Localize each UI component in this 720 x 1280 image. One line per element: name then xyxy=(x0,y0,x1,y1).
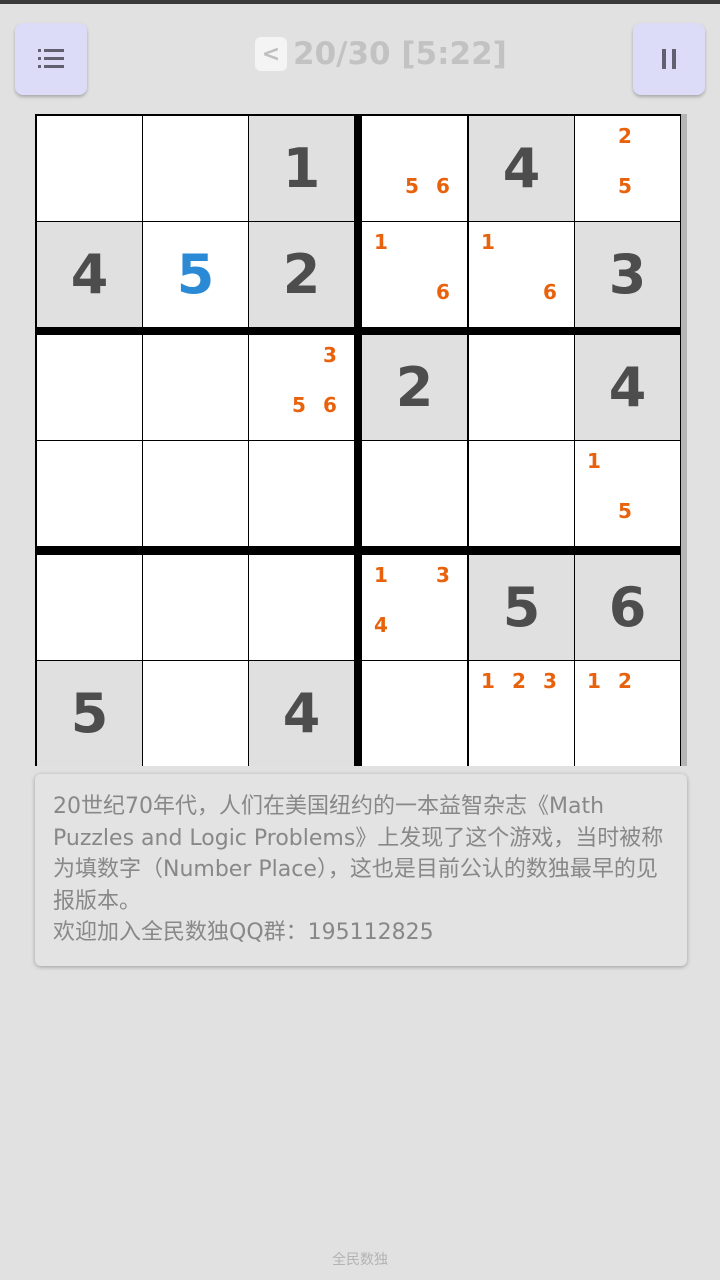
board-cell[interactable] xyxy=(249,555,354,660)
given-digit: 5 xyxy=(502,576,541,639)
pause-icon xyxy=(662,49,676,69)
board-cell[interactable]: 12 xyxy=(575,661,680,766)
pencil-note: 1 xyxy=(587,449,601,473)
board-cell[interactable]: 123 xyxy=(469,661,574,766)
pencil-note: 6 xyxy=(323,393,337,417)
board-cell[interactable]: 2 xyxy=(362,335,467,440)
board-cell[interactable]: 25 xyxy=(575,116,680,221)
entered-digit: 5 xyxy=(176,243,215,306)
board-cell[interactable]: 15 xyxy=(575,441,680,546)
board-cell[interactable] xyxy=(143,116,248,221)
board-cell[interactable]: 4 xyxy=(575,335,680,440)
board-cell[interactable]: 5 xyxy=(37,661,142,766)
pencil-note: 3 xyxy=(323,343,337,367)
board-cell[interactable] xyxy=(362,661,467,766)
pencil-note: 5 xyxy=(618,499,632,523)
board-edge xyxy=(681,114,687,766)
board-cell[interactable]: 1 xyxy=(249,116,354,221)
board-cell[interactable] xyxy=(37,555,142,660)
board-cell[interactable] xyxy=(362,441,467,546)
pause-button[interactable] xyxy=(633,23,705,95)
given-digit: 6 xyxy=(608,576,647,639)
board-cell[interactable] xyxy=(37,441,142,546)
previous-puzzle-button[interactable]: < xyxy=(255,37,287,71)
pencil-note: 1 xyxy=(481,669,495,693)
pencil-note: 5 xyxy=(618,174,632,198)
chevron-left-icon: < xyxy=(261,41,281,67)
board-cell[interactable]: 6 xyxy=(575,555,680,660)
board-cell[interactable]: 1 3 4 xyxy=(362,555,467,660)
pencil-note: 1 xyxy=(374,563,388,587)
board-cell[interactable]: 3 xyxy=(575,222,680,327)
board-cell[interactable]: 3 56 xyxy=(249,335,354,440)
pencil-note: 6 xyxy=(436,174,450,198)
progress-timer: 20/30 [5:22] xyxy=(293,36,507,72)
puzzle-header: < 20/30 [5:22] xyxy=(255,34,507,74)
board-cell[interactable] xyxy=(143,661,248,766)
board-cell[interactable] xyxy=(143,555,248,660)
given-digit: 2 xyxy=(282,243,321,306)
board-cell[interactable]: 16 xyxy=(362,222,467,327)
board-cell[interactable]: 16 xyxy=(469,222,574,327)
given-digit: 5 xyxy=(70,681,109,745)
board-cell[interactable] xyxy=(469,335,574,440)
board-cell[interactable] xyxy=(37,116,142,221)
board-cell[interactable]: 5 xyxy=(143,222,248,327)
menu-icon xyxy=(38,49,64,69)
board-cell[interactable]: 4 xyxy=(469,116,574,221)
footer-label: 全民数独 xyxy=(332,1252,388,1268)
pencil-note: 1 xyxy=(374,230,388,254)
board-cell[interactable] xyxy=(143,335,248,440)
board-cell[interactable]: 56 xyxy=(362,116,467,221)
pencil-note: 3 xyxy=(436,563,450,587)
pencil-note: 2 xyxy=(618,669,632,693)
pencil-note: 1 xyxy=(587,669,601,693)
board-cell[interactable] xyxy=(249,441,354,546)
given-digit: 1 xyxy=(282,137,321,200)
pencil-note: 2 xyxy=(512,669,526,693)
info-card: 20世纪70年代，人们在美国纽约的一本益智杂志《Math Puzzles and… xyxy=(35,774,687,966)
given-digit: 2 xyxy=(395,356,434,419)
pencil-note: 1 xyxy=(481,230,495,254)
status-bar xyxy=(0,0,720,4)
pencil-note: 3 xyxy=(543,669,557,693)
pencil-note: 5 xyxy=(292,393,306,417)
board-cell[interactable] xyxy=(143,441,248,546)
board-cell[interactable]: 5 xyxy=(469,555,574,660)
board-cell[interactable]: 2 xyxy=(249,222,354,327)
given-digit: 4 xyxy=(608,356,647,419)
pencil-note: 2 xyxy=(618,124,632,148)
pencil-note: 5 xyxy=(405,174,419,198)
pencil-note: 6 xyxy=(543,280,557,304)
pencil-note: 4 xyxy=(374,613,388,637)
given-digit: 4 xyxy=(282,681,321,745)
board-cell[interactable]: 4 xyxy=(37,222,142,327)
menu-button[interactable] xyxy=(15,23,87,95)
board-cell[interactable] xyxy=(37,335,142,440)
given-digit: 4 xyxy=(502,137,541,200)
given-digit: 4 xyxy=(70,243,109,306)
given-digit: 3 xyxy=(608,243,647,306)
board-cell[interactable]: 4 xyxy=(249,661,354,766)
board-cell[interactable] xyxy=(469,441,574,546)
pencil-note: 6 xyxy=(436,280,450,304)
sudoku-board: 156425452161633562415134565412312 xyxy=(35,114,686,766)
